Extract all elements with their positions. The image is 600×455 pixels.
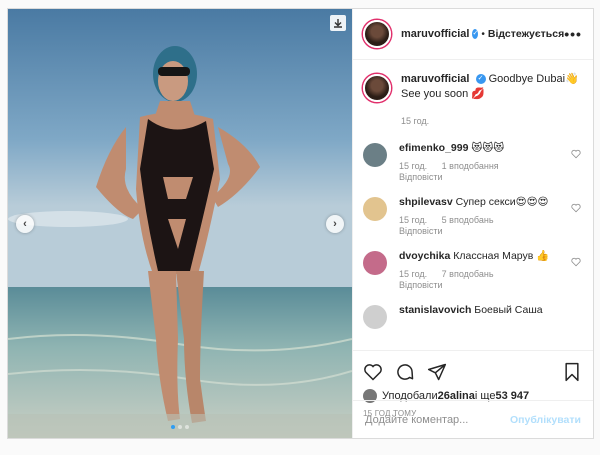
- comment-text: Супер секси😍😍😍: [455, 196, 549, 208]
- caption-text: Goodbye Dubai👋: [488, 73, 579, 85]
- comment-time: 15 год.: [399, 161, 428, 171]
- verified-icon: ✓: [475, 74, 486, 85]
- comment-like-icon[interactable]: [571, 203, 581, 213]
- comment-likes[interactable]: 7 вподобань: [442, 269, 494, 279]
- comment-username[interactable]: efimenko_999: [399, 142, 468, 154]
- post-header: maruvofficial ✓ • Відстежується •••: [353, 9, 593, 60]
- post-media[interactable]: ‹ ›: [8, 9, 352, 438]
- comment-item: efimenko_999 😻😻😻 15 год. 1 вподобання Ві…: [363, 141, 581, 183]
- carousel-dot: [178, 425, 182, 429]
- more-options-icon[interactable]: •••: [564, 26, 582, 42]
- comment-likes[interactable]: 5 вподобань: [442, 215, 494, 225]
- comment-like-icon[interactable]: [571, 149, 581, 159]
- post-sidebar: maruvofficial ✓ • Відстежується ••• maru…: [352, 9, 593, 438]
- caption-text-line2: See you soon 💋: [401, 88, 486, 100]
- comment-text: Боевый Саша: [474, 304, 543, 316]
- commenter-avatar[interactable]: [363, 251, 387, 275]
- save-overlay-icon[interactable]: [330, 15, 346, 31]
- share-icon[interactable]: [427, 362, 447, 382]
- comment-time: 15 год.: [399, 215, 428, 225]
- caption-username[interactable]: maruvofficial: [401, 73, 469, 85]
- carousel-dot: [171, 425, 175, 429]
- reply-button[interactable]: Відповісти: [399, 172, 443, 182]
- comment-like-icon[interactable]: [571, 257, 581, 267]
- post-container: ‹ › maruvofficial ✓ • Відстежується ••• …: [7, 8, 594, 439]
- comments-list[interactable]: maruvofficial ✓ Goodbye Dubai👋 See you s…: [353, 60, 593, 350]
- reply-button[interactable]: Відповісти: [399, 280, 443, 290]
- author-avatar[interactable]: [363, 20, 391, 48]
- carousel-dot: [185, 425, 189, 429]
- commenter-avatar[interactable]: [363, 197, 387, 221]
- commenter-avatar[interactable]: [363, 305, 387, 329]
- comment-item: dvoychika Классная Марув 👍 15 год. 7 впо…: [363, 249, 581, 291]
- comment-item: stanislavovich Боевый Саша: [363, 303, 581, 329]
- post-photo: [8, 9, 352, 438]
- publish-button[interactable]: Опублікувати: [510, 414, 581, 426]
- comment-likes[interactable]: 1 вподобання: [442, 161, 499, 171]
- carousel-next-button[interactable]: ›: [326, 215, 344, 233]
- author-username[interactable]: maruvofficial: [401, 28, 469, 40]
- bookmark-icon[interactable]: [563, 362, 581, 382]
- caption-time: 15 год.: [401, 116, 430, 126]
- comment-input[interactable]: [365, 413, 510, 426]
- comment-username[interactable]: stanislavovich: [399, 304, 471, 316]
- comment-username[interactable]: dvoychika: [399, 250, 450, 262]
- comment-item: shpilevasv Супер секси😍😍😍 15 год. 5 впод…: [363, 195, 581, 237]
- verified-icon: ✓: [472, 29, 479, 39]
- reply-button[interactable]: Відповісти: [399, 226, 443, 236]
- carousel-prev-button[interactable]: ‹: [16, 215, 34, 233]
- commenter-avatar[interactable]: [363, 143, 387, 167]
- add-comment-bar: Опублікувати: [353, 400, 593, 438]
- follow-status[interactable]: Відстежується: [488, 28, 564, 40]
- post-caption: maruvofficial ✓ Goodbye Dubai👋 See you s…: [363, 72, 581, 129]
- carousel-dots: [8, 425, 352, 429]
- comment-text: 😻😻😻: [471, 142, 505, 154]
- comment-icon[interactable]: [395, 362, 415, 382]
- author-avatar[interactable]: [363, 74, 391, 102]
- comment-username[interactable]: shpilevasv: [399, 196, 453, 208]
- like-icon[interactable]: [363, 362, 383, 382]
- comment-text: Классная Марув 👍: [453, 250, 550, 262]
- comment-time: 15 год.: [399, 269, 428, 279]
- separator-dot: •: [481, 28, 485, 40]
